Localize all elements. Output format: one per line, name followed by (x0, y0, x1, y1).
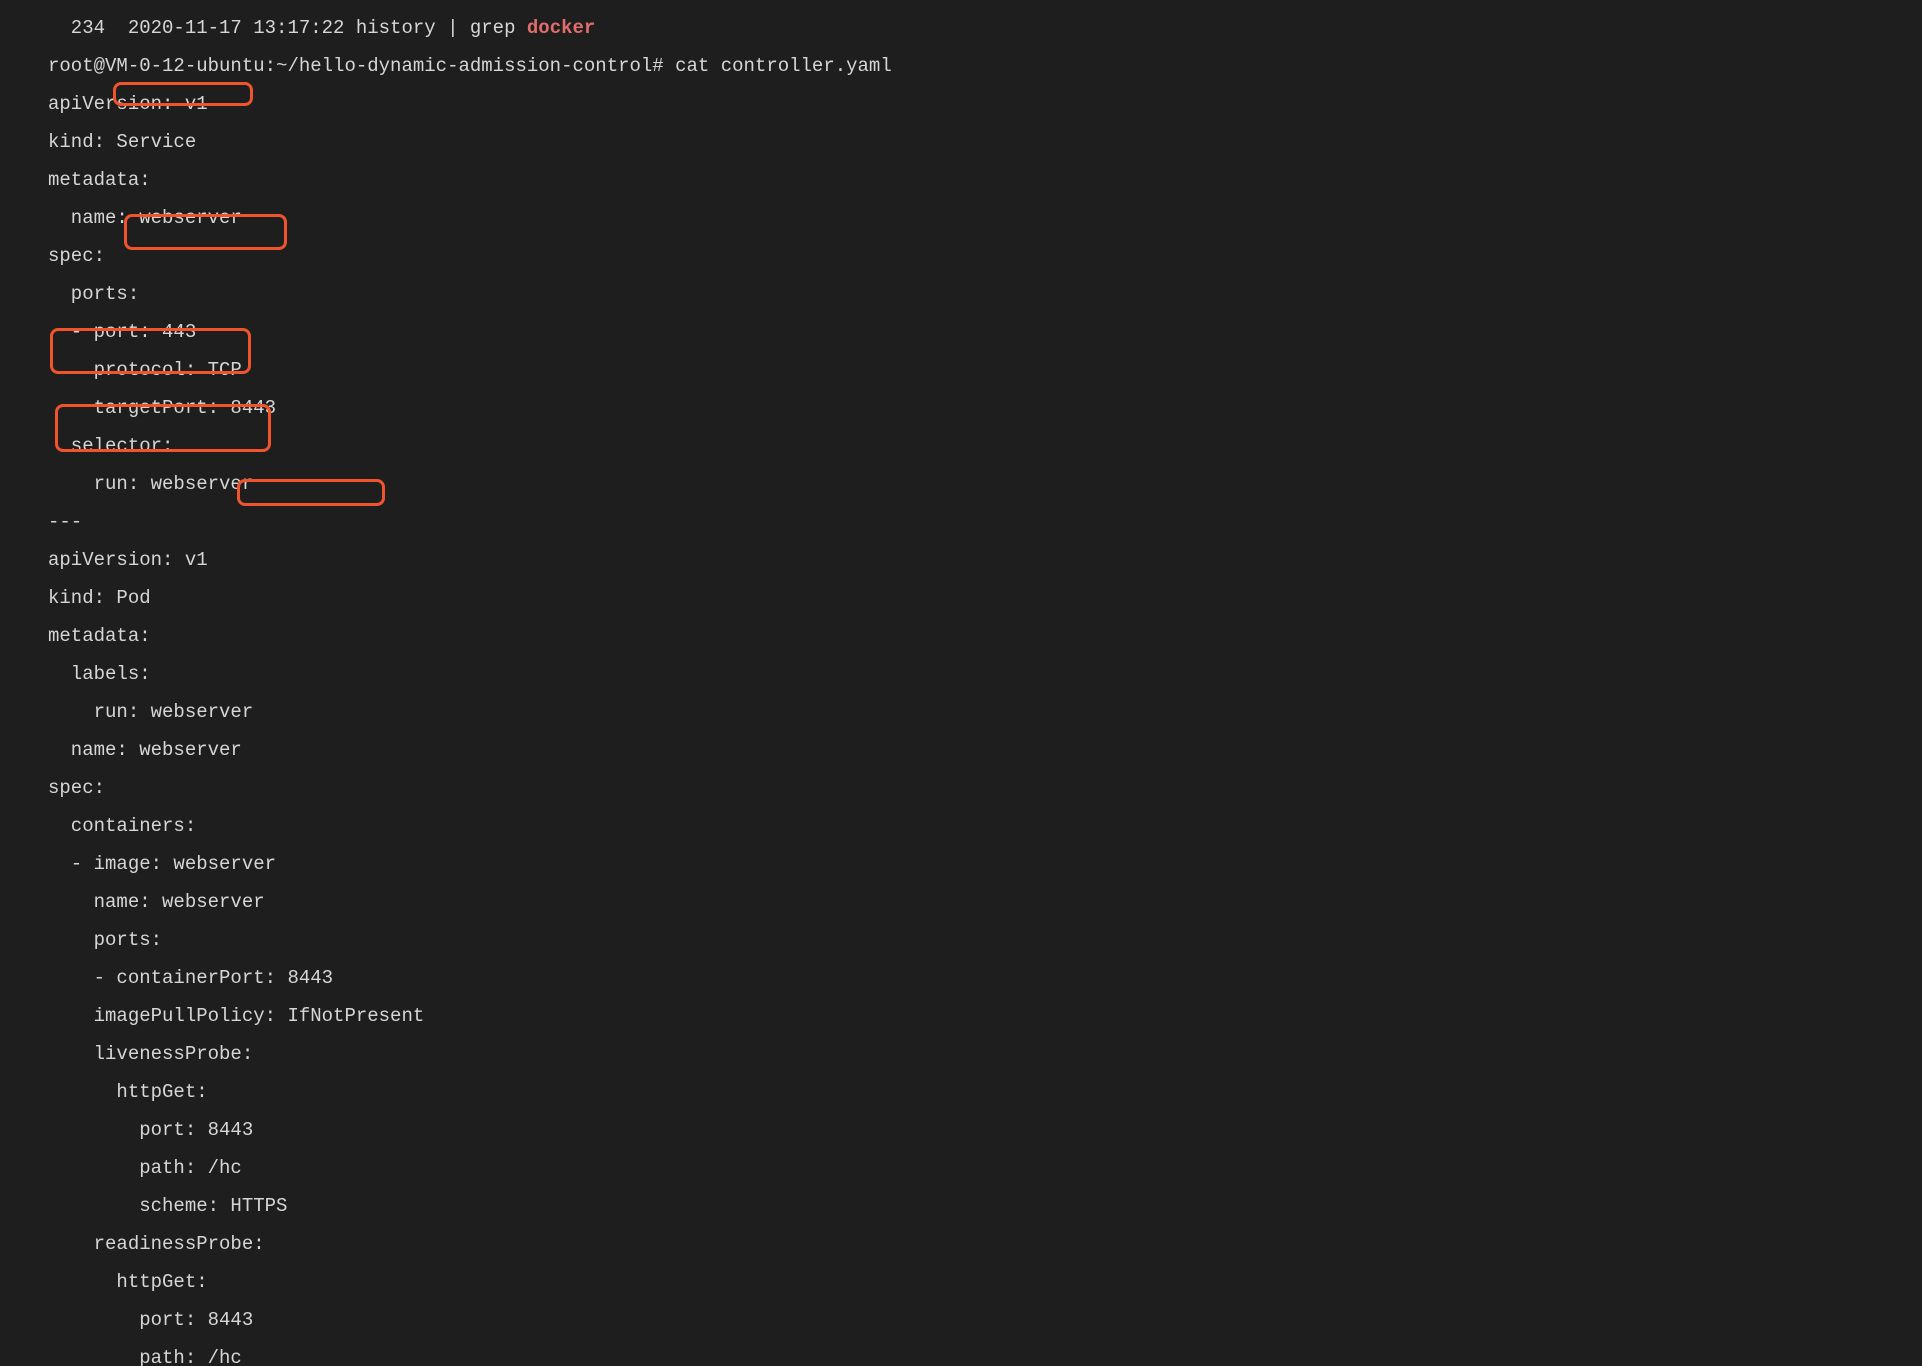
yaml-run-webserver-label: run: webserver (48, 703, 1874, 722)
yaml-name-webserver-pod: name: webserver (48, 741, 1874, 760)
yaml-spec-pod: spec: (48, 779, 1874, 798)
yaml-readiness-path: path: /hc (48, 1349, 1874, 1366)
yaml-liveness-port: port: 8443 (48, 1121, 1874, 1140)
terminal-output[interactable]: 234 2020-11-17 13:17:22 history | grep d… (0, 0, 1922, 1366)
yaml-liveness-scheme: scheme: HTTPS (48, 1197, 1874, 1216)
yaml-kind-pod: kind: Pod (48, 589, 1874, 608)
yaml-image-webserver: - image: webserver (48, 855, 1874, 874)
yaml-containers: containers: (48, 817, 1874, 836)
yaml-kind-service: kind: Service (48, 133, 1874, 152)
yaml-metadata-svc: metadata: (48, 171, 1874, 190)
yaml-readiness-port: port: 8443 (48, 1311, 1874, 1330)
yaml-targetport: targetPort: 8443 (48, 399, 1874, 418)
yaml-container-name: name: webserver (48, 893, 1874, 912)
yaml-selector: selector: (48, 437, 1874, 456)
yaml-apiversion-pod: apiVersion: v1 (48, 551, 1874, 570)
yaml-port-443: - port: 443 (48, 323, 1874, 342)
yaml-liveness: livenessProbe: (48, 1045, 1874, 1064)
yaml-readiness-httpget: httpGet: (48, 1273, 1874, 1292)
yaml-ports: ports: (48, 285, 1874, 304)
yaml-run-webserver-sel: run: webserver (48, 475, 1874, 494)
history-line: 234 2020-11-17 13:17:22 history | grep d… (48, 19, 1874, 38)
yaml-container-ports: ports: (48, 931, 1874, 950)
yaml-imagepullpolicy: imagePullPolicy: IfNotPresent (48, 1007, 1874, 1026)
yaml-liveness-httpget: httpGet: (48, 1083, 1874, 1102)
yaml-metadata-pod: metadata: (48, 627, 1874, 646)
yaml-protocol-tcp: protocol: TCP (48, 361, 1874, 380)
yaml-spec-svc: spec: (48, 247, 1874, 266)
grep-keyword: docker (527, 17, 595, 39)
yaml-apiversion-svc: apiVersion: v1 (48, 95, 1874, 114)
yaml-labels: labels: (48, 665, 1874, 684)
yaml-doc-sep: --- (48, 513, 1874, 532)
prompt-cat: root@VM-0-12-ubuntu:~/hello-dynamic-admi… (48, 57, 1874, 76)
yaml-name-webserver: name: webserver (48, 209, 1874, 228)
yaml-readiness: readinessProbe: (48, 1235, 1874, 1254)
yaml-liveness-path: path: /hc (48, 1159, 1874, 1178)
yaml-containerport: - containerPort: 8443 (48, 969, 1874, 988)
